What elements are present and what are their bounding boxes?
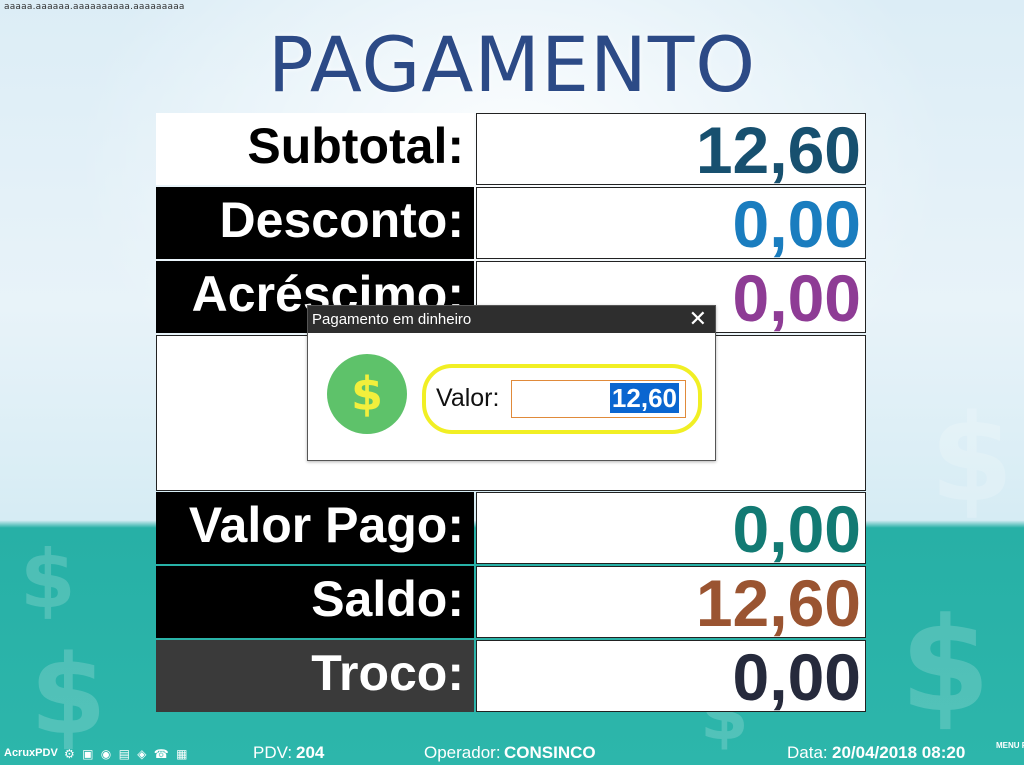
page-title: PAGAMENTO [267,20,757,109]
desconto-value: 0,00 [476,187,866,260]
valor-input-selected-text: 12,60 [609,383,679,413]
saldo-value: 12,60 [476,566,866,639]
app-name: AcruxPDV [4,747,58,759]
status-bar: AcruxPDV ⚙ ▣ ◉ ▤ ◈ ☎ ▦ PDV: 204 Operador… [0,741,1024,765]
menu-fiscal-button[interactable]: MENU FISCAL [996,741,1024,750]
desconto-row: Desconto: 0,00 [156,187,866,260]
pdv-value: 204 [296,743,325,762]
operador-label: Operador: [424,743,501,762]
background-dollar-icon: $ [30,631,107,759]
pdv-label: PDV: [253,743,293,762]
valor-label: Valor: [436,384,500,412]
saldo-row: Saldo: 12,60 [156,566,866,639]
saldo-label: Saldo: [156,566,474,638]
operador-value: CONSINCO [504,743,596,762]
dollar-coin-icon: $ [327,354,407,434]
data-value: 20/04/2018 08:20 [832,743,966,762]
desconto-label: Desconto: [156,187,474,259]
subtotal-label: Subtotal: [156,113,474,185]
data-label: Data: [787,743,828,762]
valor-pago-label: Valor Pago: [156,492,474,564]
subtotal-row: Subtotal: 12,60 [156,113,866,186]
subtotal-value: 12,60 [476,113,866,186]
valor-pago-row: Valor Pago: 0,00 [156,492,866,565]
menu-fiscal-label: MENU FISCAL [996,741,1024,750]
troco-value: 0,00 [476,640,866,713]
window-title-note: aaaaa.aaaaaa.aaaaaaaaaa.aaaaaaaaa [4,2,185,12]
status-icons: ⚙ ▣ ◉ ▤ ◈ ☎ ▦ [64,747,190,761]
cash-payment-dialog: Pagamento em dinheiro ✕ $ Valor: 12,60 [307,305,716,461]
valor-pago-value: 0,00 [476,492,866,565]
valor-input[interactable]: 12,60 [511,380,686,418]
background-dollar-icon: $ [930,390,1014,529]
background-dollar-icon: $ [20,533,76,626]
background-dollar-icon: $ [900,589,991,741]
troco-label: Troco: [156,640,474,712]
troco-row: Troco: 0,00 [156,640,866,713]
close-icon[interactable]: ✕ [689,306,707,333]
dialog-title: Pagamento em dinheiro [312,311,472,328]
dialog-titlebar[interactable]: Pagamento em dinheiro ✕ [308,306,715,333]
